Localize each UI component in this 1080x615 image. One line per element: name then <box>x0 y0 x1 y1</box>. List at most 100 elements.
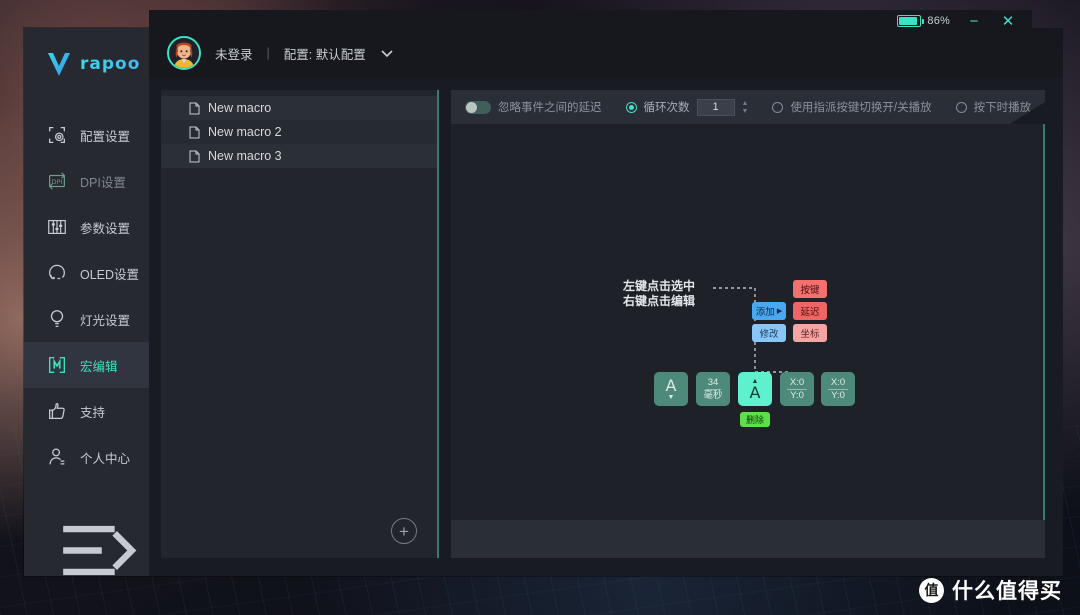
dpi-icon: DPI <box>48 172 66 190</box>
minimize-button[interactable]: − <box>964 14 984 29</box>
press-play-radio[interactable] <box>955 101 967 113</box>
editor-footer <box>451 520 1046 558</box>
sidebar-item-params[interactable]: 参数设置 <box>24 204 149 250</box>
battery-icon <box>897 15 925 27</box>
spinner-down[interactable]: ▼ <box>742 108 749 115</box>
sidebar-item-label: 配置设置 <box>80 129 131 144</box>
battery-indicator: 86% <box>897 15 950 27</box>
loop-count-radio[interactable] <box>625 101 637 113</box>
rapoo-logo-icon <box>48 53 70 76</box>
delete-node-button[interactable]: 删除 <box>740 412 770 427</box>
watermark-text: 什么值得买 <box>952 579 1062 603</box>
ignore-delay-toggle[interactable] <box>465 100 491 114</box>
header-bar: 未登录 | 配置: 默认配置 <box>149 28 1064 78</box>
sidebar-collapse-button[interactable] <box>24 524 149 576</box>
ignore-delay-label: 忽略事件之间的延迟 <box>498 102 602 114</box>
node-coord-x: X:0 <box>827 377 849 390</box>
toggle-play-radio[interactable] <box>772 101 784 113</box>
connector-line <box>713 287 790 373</box>
macro-canvas[interactable]: 左键点击选中 右键点击编辑 添加 ▶ 修改 按键 延迟 坐标 A ▼ 34 毫秒… <box>451 124 1046 520</box>
body-area: New macro New macro 2 New macro 3 + 忽略事件… <box>149 78 1063 576</box>
avatar[interactable] <box>167 36 201 70</box>
close-button[interactable]: ✕ <box>998 14 1018 29</box>
macro-editor-panel: 忽略事件之间的延迟 循环次数 1 ▲ ▼ 使用指派按键切换开/关播放 按下时播放… <box>451 90 1046 558</box>
submenu-arrow-icon: ▶ <box>776 308 783 315</box>
sidebar: rapoo 配置设置 DPI DPI设置 参数设置 OLED设置 灯光设置 宏编… <box>24 28 149 576</box>
file-icon <box>189 126 200 138</box>
titlebar: 86% − ✕ <box>149 10 1032 32</box>
brand-wordmark: rapoo <box>80 54 141 74</box>
macro-icon <box>48 356 66 374</box>
macro-list-panel: New macro New macro 2 New macro 3 + <box>161 90 439 558</box>
sliders-icon <box>48 219 66 235</box>
macro-node-coord[interactable]: X:0 Y:0 <box>821 372 855 406</box>
svg-text:DPI: DPI <box>52 178 63 186</box>
battery-label: 86% <box>927 15 950 27</box>
press-play-control[interactable]: 按下时播放 <box>955 99 1032 115</box>
content-area: 未登录 | 配置: 默认配置 New macro New macro 2 New… <box>149 28 1064 576</box>
oled-icon <box>49 264 65 280</box>
sidebar-item-label: 个人中心 <box>80 451 131 466</box>
menu-item-add-label: 添加 <box>755 307 775 318</box>
macro-name: New macro <box>208 101 272 115</box>
editor-toolbar: 忽略事件之间的延迟 循环次数 1 ▲ ▼ 使用指派按键切换开/关播放 按下时播放 <box>451 90 1046 124</box>
sidebar-item-config[interactable]: 配置设置 <box>24 112 149 158</box>
node-key-label: A <box>665 375 677 395</box>
profile-selector-label[interactable]: 配置: 默认配置 <box>284 44 366 63</box>
macro-node-key-selected[interactable]: ▲ A <box>738 372 772 406</box>
node-direction-icon: ▼ <box>667 393 675 401</box>
file-icon <box>189 102 200 114</box>
toggle-play-label: 使用指派按键切换开/关播放 <box>790 102 932 114</box>
watermark-badge-icon: 值 <box>919 577 944 603</box>
canvas-annotation: 左键点击选中 右键点击编辑 <box>623 279 696 308</box>
macro-node-coord[interactable]: X:0 Y:0 <box>780 372 814 406</box>
node-delay-unit: 毫秒 <box>703 389 723 401</box>
list-item[interactable]: New macro 3 <box>161 144 437 168</box>
menu-item-add[interactable]: 添加 ▶ <box>752 302 786 320</box>
user-icon <box>49 448 65 465</box>
node-coord-y: Y:0 <box>831 389 845 401</box>
sidebar-item-profile[interactable]: 个人中心 <box>24 434 149 480</box>
sidebar-item-label: 支持 <box>80 405 106 420</box>
header-separator: | <box>266 46 270 60</box>
sidebar-item-label: 宏编辑 <box>80 359 118 374</box>
sidebar-item-support[interactable]: 支持 <box>24 388 149 434</box>
toggle-play-control[interactable]: 使用指派按键切换开/关播放 <box>772 99 932 115</box>
sidebar-item-label: DPI设置 <box>80 175 126 190</box>
macro-name: New macro 2 <box>208 125 282 139</box>
press-play-label: 按下时播放 <box>973 102 1032 114</box>
sidebar-item-lighting[interactable]: 灯光设置 <box>24 296 149 342</box>
macro-node-key[interactable]: A ▼ <box>654 372 688 406</box>
list-item[interactable]: New macro <box>161 96 437 120</box>
avatar-image <box>169 38 199 68</box>
node-key-label: A <box>749 382 761 402</box>
watermark: 值 什么值得买 <box>919 575 1062 605</box>
sidebar-item-dpi[interactable]: DPI DPI设置 <box>24 158 149 204</box>
bulb-icon <box>50 310 64 327</box>
node-coord-x: X:0 <box>786 377 808 390</box>
sidebar-nav: 配置设置 DPI DPI设置 参数设置 OLED设置 灯光设置 宏编辑 支持 个… <box>24 112 149 480</box>
submenu-item-delay[interactable]: 延迟 <box>793 302 827 320</box>
sidebar-item-label: 参数设置 <box>80 221 131 236</box>
config-icon <box>49 127 65 143</box>
sidebar-item-oled[interactable]: OLED设置 <box>24 250 149 296</box>
application-window: 86% − ✕ rapoo 配置设置 DPI DPI设置 参数设置 OLED设置… <box>24 10 1064 576</box>
sidebar-item-label: 灯光设置 <box>80 313 131 328</box>
loop-count-control[interactable]: 循环次数 1 ▲ ▼ <box>625 98 749 116</box>
add-macro-button[interactable]: + <box>391 518 417 544</box>
file-icon <box>189 150 200 162</box>
list-item[interactable]: New macro 2 <box>161 120 437 144</box>
chevron-down-icon[interactable] <box>380 48 394 58</box>
submenu-item-key[interactable]: 按键 <box>793 280 827 298</box>
account-status: 未登录 <box>215 47 253 62</box>
thumbs-up-icon <box>49 402 65 419</box>
loop-count-stepper[interactable]: ▲ ▼ <box>742 100 749 115</box>
sidebar-item-macro[interactable]: 宏编辑 <box>24 342 149 388</box>
spinner-up[interactable]: ▲ <box>742 100 749 107</box>
menu-item-modify[interactable]: 修改 <box>752 324 786 342</box>
loop-count-input[interactable]: 1 <box>696 98 735 116</box>
macro-node-delay[interactable]: 34 毫秒 <box>696 372 730 406</box>
sidebar-item-label: OLED设置 <box>80 267 140 282</box>
ignore-delay-control[interactable]: 忽略事件之间的延迟 <box>465 99 602 115</box>
submenu-item-coord[interactable]: 坐标 <box>793 324 827 342</box>
